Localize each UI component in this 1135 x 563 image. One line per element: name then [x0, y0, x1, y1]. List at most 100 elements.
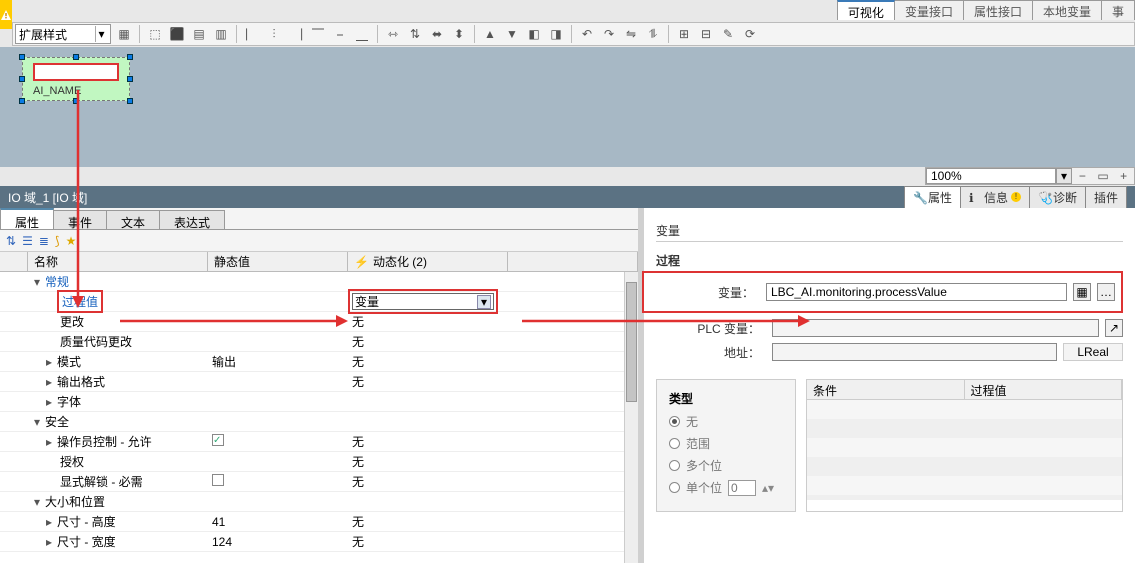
star-icon[interactable]: ★	[66, 234, 77, 248]
goto-icon[interactable]: ↗	[1105, 319, 1123, 337]
sidetab-diag[interactable]: 🩺诊断	[1029, 186, 1086, 209]
radio-range[interactable]	[669, 438, 680, 449]
bring-front-icon[interactable]: ▲	[481, 25, 499, 43]
expand-toggle[interactable]: ▾	[32, 415, 42, 429]
col-static[interactable]: 静态值	[208, 252, 348, 271]
io-field-value[interactable]	[33, 63, 119, 81]
tree-auth[interactable]: 授权	[60, 453, 84, 470]
toolbar-icon[interactable]: ⟳	[741, 25, 759, 43]
sidetab-info[interactable]: ℹ信息!	[960, 186, 1030, 209]
tab-properties[interactable]: 属性	[0, 208, 54, 229]
zoom-dropdown[interactable]: ▾	[1056, 168, 1072, 184]
tree-mode[interactable]: 模式	[57, 353, 81, 370]
design-canvas[interactable]: AI_NAME	[0, 47, 1135, 167]
input-variable[interactable]: LBC_AI.monitoring.processValue	[766, 283, 1067, 301]
align-right-icon[interactable]: ⎹	[287, 25, 305, 43]
toolbar-icon[interactable]: ◨	[547, 25, 565, 43]
distribute-h-icon[interactable]: ⇿	[384, 25, 402, 43]
expand-toggle[interactable]: ▸	[44, 515, 54, 529]
col-condition: 条件	[807, 380, 965, 399]
expand-toggle[interactable]: ▾	[32, 495, 42, 509]
toolbar-icon[interactable]: ✎	[719, 25, 737, 43]
expand-toggle[interactable]: ▸	[44, 395, 54, 409]
expand-toggle[interactable]: ▸	[44, 355, 54, 369]
radio-none[interactable]	[669, 416, 680, 427]
tree-out-fmt[interactable]: 输出格式	[57, 373, 105, 390]
expand-toggle[interactable]: ▸	[44, 375, 54, 389]
checkbox-off[interactable]	[212, 474, 224, 486]
zoom-in-icon[interactable]: +	[1115, 167, 1133, 185]
dyn-variable-dropdown[interactable]: 变量▾	[352, 293, 494, 310]
align-bottom-icon[interactable]: ⎽	[353, 25, 371, 43]
tab-local-vars[interactable]: 本地变量	[1032, 0, 1102, 20]
scrollbar[interactable]	[624, 272, 638, 563]
align-left-icon[interactable]: ⎸	[243, 25, 261, 43]
tree-unlock[interactable]: 显式解锁 - 必需	[60, 473, 143, 490]
toolbar-icon[interactable]: ▦	[115, 25, 133, 43]
distribute-v-icon[interactable]: ⇅	[406, 25, 424, 43]
bit-spinner[interactable]: 0	[728, 480, 756, 496]
flip-v-icon[interactable]: ⥮	[644, 25, 662, 43]
col-dyn[interactable]: ⚡动态化 (2)	[348, 252, 508, 271]
condition-grid[interactable]: 条件 过程值	[806, 379, 1123, 512]
toolbar-icon[interactable]: ▥	[212, 25, 230, 43]
tab-events-top[interactable]: 事	[1101, 0, 1135, 20]
filter-icon[interactable]: ⟆	[55, 234, 60, 248]
tab-visualization[interactable]: 可视化	[837, 0, 895, 20]
zoom-out-icon[interactable]: −	[1073, 167, 1091, 185]
tree-security[interactable]: 安全	[45, 413, 69, 430]
tab-var-interface[interactable]: 变量接口	[894, 0, 964, 20]
toolbar-icon[interactable]: ⊟	[697, 25, 715, 43]
category-icon[interactable]: ☰	[22, 234, 33, 248]
flip-h-icon[interactable]: ⇋	[622, 25, 640, 43]
io-field-object[interactable]: AI_NAME	[22, 57, 130, 101]
list-icon[interactable]: ≣	[39, 234, 49, 248]
sidetab-plugin[interactable]: 插件	[1085, 186, 1127, 209]
expand-toggle[interactable]: ▸	[44, 535, 54, 549]
tree-width[interactable]: 尺寸 - 宽度	[57, 533, 116, 550]
address-type: LReal	[1063, 343, 1123, 361]
browse-tag-button[interactable]: ▦	[1073, 283, 1091, 301]
zoom-value[interactable]: 100%	[926, 168, 1056, 184]
more-button[interactable]: …	[1097, 283, 1115, 301]
rotate-left-icon[interactable]: ↶	[578, 25, 596, 43]
sidetab-properties[interactable]: 🔧属性	[904, 186, 961, 209]
expand-toggle[interactable]: ▸	[44, 435, 54, 449]
tab-prop-interface[interactable]: 属性接口	[963, 0, 1033, 20]
toolbar-icon[interactable]: ⊞	[675, 25, 693, 43]
properties-icon: 🔧	[913, 191, 925, 203]
same-width-icon[interactable]: ⬌	[428, 25, 446, 43]
align-center-icon[interactable]: ⫶	[265, 25, 283, 43]
chevron-down-icon: ▾	[95, 26, 107, 42]
expand-toggle[interactable]: ▾	[32, 275, 42, 289]
toolbar-icon[interactable]: ▤	[190, 25, 208, 43]
tree-op-ctrl[interactable]: 操作员控制 - 允许	[57, 433, 152, 450]
property-tree[interactable]: ▾常规 过程值变量▾ 更改无 质量代码更改无 ▸模式输出无 ▸输出格式无 ▸字体…	[0, 272, 638, 563]
toolbar-icon[interactable]: ⬚	[146, 25, 164, 43]
tree-height[interactable]: 尺寸 - 高度	[57, 513, 116, 530]
radio-multi-bit[interactable]	[669, 460, 680, 471]
tab-text[interactable]: 文本	[106, 210, 160, 229]
input-plc-variable[interactable]	[772, 319, 1099, 337]
align-top-icon[interactable]: ⎺	[309, 25, 327, 43]
tree-change[interactable]: 更改	[60, 313, 84, 330]
toolbar-icon[interactable]: ⬛	[168, 25, 186, 43]
same-height-icon[interactable]: ⬍	[450, 25, 468, 43]
send-back-icon[interactable]: ▼	[503, 25, 521, 43]
tab-expression[interactable]: 表达式	[159, 210, 225, 229]
col-name[interactable]: 名称	[28, 252, 208, 271]
tree-font[interactable]: 字体	[57, 393, 81, 410]
radio-single-bit[interactable]	[669, 482, 680, 493]
tab-events[interactable]: 事件	[53, 210, 107, 229]
align-middle-icon[interactable]: ⎯	[331, 25, 349, 43]
tree-process-value[interactable]: 过程值	[60, 293, 100, 310]
tree-qc-change[interactable]: 质量代码更改	[60, 333, 132, 350]
toolbar-icon[interactable]: ◧	[525, 25, 543, 43]
tree-general[interactable]: 常规	[45, 273, 69, 290]
sort-icon[interactable]: ⇅	[6, 234, 16, 248]
rotate-right-icon[interactable]: ↷	[600, 25, 618, 43]
style-select[interactable]: 扩展样式 ▾	[15, 24, 111, 44]
checkbox-on[interactable]	[212, 434, 224, 446]
tree-size-pos[interactable]: 大小和位置	[45, 493, 105, 510]
zoom-fit-icon[interactable]: ▭	[1094, 167, 1112, 185]
